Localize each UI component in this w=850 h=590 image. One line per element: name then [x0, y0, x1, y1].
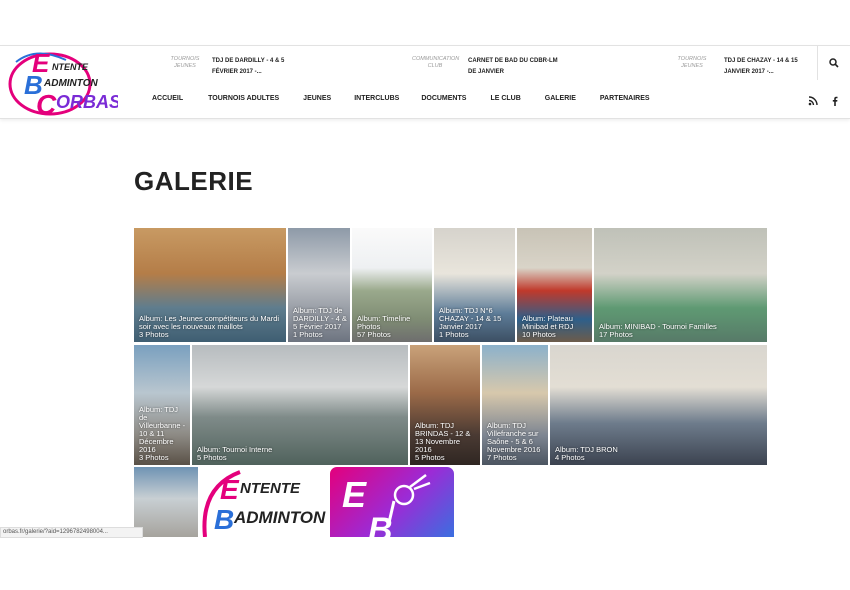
album-tile[interactable]: Album: Plateau Minibad et RDJ 10 Photos	[516, 227, 593, 343]
album-count: 17 Photos	[599, 330, 633, 339]
album-count: 1 Photos	[439, 330, 469, 339]
album-count: 3 Photos	[139, 330, 169, 339]
svg-text:B: B	[214, 504, 234, 535]
svg-text:E: E	[342, 474, 367, 515]
page-bottom-blank	[0, 538, 850, 590]
album-count: 5 Photos	[197, 453, 227, 462]
album-tile[interactable]: Album: TDJ de Villeurbanne - 10 & 11 Déc…	[133, 344, 191, 466]
ticker-category: COMMUNICATION CLUB	[412, 56, 460, 69]
ticker-item-2[interactable]: COMMUNICATION CLUB CARNET DE BAD DU CDBR…	[412, 56, 572, 78]
album-caption: Album: TDJ BRON 4 Photos	[555, 446, 764, 462]
album-tile[interactable]: Album: MINIBAD - Tournoi Familles 17 Phot…	[593, 227, 768, 343]
club-logo[interactable]: E NTENTE B ADMINTON C ORBAS	[6, 50, 118, 116]
album-caption: Album: MINIBAD - Tournoi Familles 17 Phot…	[599, 323, 764, 339]
album-tile[interactable]: Album: Timeline Photos 57 Photos	[351, 227, 433, 343]
ticker-category: TOURNOIS JEUNES	[170, 56, 200, 69]
album-tile[interactable]: E B	[329, 466, 455, 538]
svg-text:ADMINTON: ADMINTON	[233, 508, 326, 527]
nav-item-partenaires[interactable]: PARTENAIRES	[600, 95, 650, 102]
nav-item-le-club[interactable]: LE CLUB	[490, 95, 520, 102]
album-title: Album: Les Jeunes compétiteurs du Mardi …	[139, 314, 280, 331]
svg-text:E: E	[220, 474, 240, 505]
svg-text:ADMINTON: ADMINTON	[43, 78, 98, 89]
nav-item-tournois-adultes[interactable]: TOURNOIS ADULTES	[208, 95, 279, 102]
album-tile[interactable]: Album: TDJ de DARDILLY - 4 & 5 Février 2…	[287, 227, 351, 343]
album-count: 5 Photos	[415, 453, 445, 462]
search-icon	[829, 58, 839, 68]
album-count: 3 Photos	[139, 453, 169, 462]
album-caption: Album: Timeline Photos 57 Photos	[357, 315, 429, 339]
album-count: 10 Photos	[522, 330, 556, 339]
album-title: Album: TDJ Villefranche sur Saône - 5 & …	[487, 421, 541, 454]
album-title: Album: Timeline Photos	[357, 314, 411, 331]
album-title: Album: TDJ N°6 CHAZAY - 14 & 15 Janvier …	[439, 306, 502, 331]
album-title: Album: Plateau Minibad et RDJ	[522, 314, 574, 331]
ticker-item-1[interactable]: TOURNOIS JEUNES TDJ DE DARDILLY - 4 & 5 …	[164, 56, 304, 78]
nav-item-documents[interactable]: DOCUMENTS	[421, 95, 466, 102]
svg-text:ORBAS: ORBAS	[56, 92, 118, 112]
album-caption: Album: TDJ Villefranche sur Saône - 5 & …	[487, 422, 545, 462]
album-tile[interactable]: Album: TDJ Villefranche sur Saône - 5 & …	[481, 344, 549, 466]
club-logo-image: E NTENTE B ADMINTON	[202, 470, 326, 537]
page-title: GALERIE	[134, 166, 254, 196]
svg-text:NTENTE: NTENTE	[52, 62, 89, 72]
album-title: Album: TDJ BRINDAS - 12 & 13 Novembre 20…	[415, 421, 471, 454]
nav-item-galerie[interactable]: GALERIE	[545, 95, 576, 102]
ticker-title[interactable]: CARNET DE BAD DU CDBR-LM DE JANVIER	[468, 56, 566, 78]
album-tile[interactable]: E NTENTE B ADMINTON	[199, 466, 329, 538]
album-tile[interactable]: Album: Les Jeunes compétiteurs du Mardi …	[133, 227, 287, 343]
album-tile[interactable]: Album: TDJ N°6 CHAZAY - 14 & 15 Janvier …	[433, 227, 516, 343]
album-caption: Album: TDJ N°6 CHAZAY - 14 & 15 Janvier …	[439, 307, 512, 339]
ticker-title[interactable]: TDJ DE DARDILLY - 4 & 5 FÉVRIER 2017 -..…	[212, 56, 298, 78]
album-caption: Album: TDJ de DARDILLY - 4 & 5 Février 2…	[293, 307, 347, 339]
album-tile[interactable]: Album: TDJ BRINDAS - 12 & 13 Novembre 20…	[409, 344, 481, 466]
ticker-category: TOURNOIS JEUNES	[677, 56, 707, 69]
album-tile[interactable]: Album: TDJ BRON 4 Photos	[549, 344, 768, 466]
album-count: 1 Photos	[293, 330, 323, 339]
album-count: 4 Photos	[555, 453, 585, 462]
search-button[interactable]	[817, 46, 850, 80]
album-caption: Album: TDJ de Villeurbanne - 10 & 11 Déc…	[139, 406, 187, 462]
nav-item-jeunes[interactable]: JEUNES	[303, 95, 331, 102]
nav-item-accueil[interactable]: ACCUEIL	[152, 95, 183, 102]
ticker-item-3[interactable]: TOURNOIS JEUNES TDJ DE CHAZAY - 14 & 15 …	[676, 56, 811, 78]
album-title: Album: TDJ de DARDILLY - 4 & 5 Février 2…	[293, 306, 347, 331]
nav-item-interclubs[interactable]: INTERCLUBS	[354, 95, 399, 102]
club-logo-image: E B	[342, 474, 431, 537]
rss-icon[interactable]	[808, 96, 818, 106]
album-caption: Album: Plateau Minibad et RDJ 10 Photos	[522, 315, 589, 339]
album-caption: Album: TDJ BRINDAS - 12 & 13 Novembre 20…	[415, 422, 477, 462]
album-caption: Album: Les Jeunes compétiteurs du Mardi …	[139, 315, 283, 339]
svg-text:NTENTE: NTENTE	[240, 480, 301, 497]
facebook-icon[interactable]	[830, 96, 840, 106]
main-nav: ACCUEIL TOURNOIS ADULTES JEUNES INTERCLU…	[152, 95, 650, 102]
album-tile[interactable]: Album: Tournoi Interne 5 Photos	[191, 344, 409, 466]
album-count: 7 Photos	[487, 453, 517, 462]
album-title: Album: TDJ de Villeurbanne - 10 & 11 Déc…	[139, 405, 186, 454]
ticker-title[interactable]: TDJ DE CHAZAY - 14 & 15 JANVIER 2017 -..…	[724, 56, 806, 78]
browser-status-url: orbas.fr/galerie/?aid=1296782498004...	[0, 527, 143, 538]
site-header: E NTENTE B ADMINTON C ORBAS TOURNOIS JEU…	[0, 45, 850, 119]
svg-text:C: C	[36, 89, 57, 116]
album-caption: Album: Tournoi Interne 5 Photos	[197, 446, 405, 462]
album-count: 57 Photos	[357, 330, 391, 339]
